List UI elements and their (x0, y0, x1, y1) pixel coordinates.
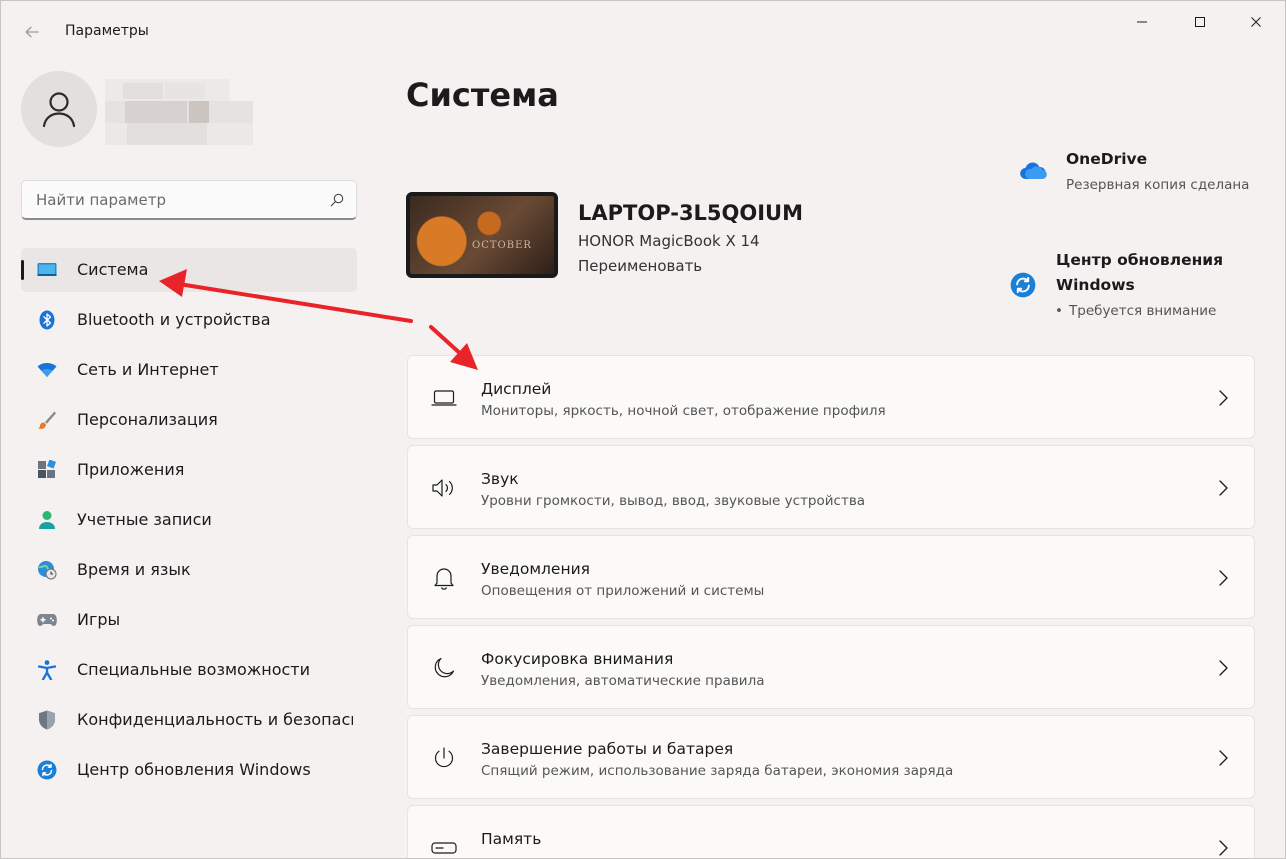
card-subtitle: Спящий режим, использование заряда батар… (481, 763, 954, 779)
card-subtitle: Мониторы, яркость, ночной свет, отображе… (481, 403, 886, 419)
wifi-icon (37, 360, 57, 380)
minimize-icon (1137, 21, 1147, 23)
windows-update-icon (37, 760, 57, 780)
bluetooth-icon (37, 310, 57, 330)
update-title-line2[interactable]: Windows (1056, 276, 1135, 294)
chevron-right-icon (1219, 840, 1228, 856)
settings-window: Параметры Найти параметр Система Bluetoo… (0, 0, 1286, 859)
card-power-battery[interactable]: Завершение работы и батарея Спящий режим… (407, 715, 1255, 799)
bell-icon (430, 564, 458, 592)
sidebar-item-label: Персонализация (77, 410, 218, 429)
system-display-icon (37, 260, 57, 280)
sidebar-item-label: Учетные записи (77, 510, 212, 529)
chevron-right-icon (1219, 390, 1228, 406)
accessibility-icon (37, 660, 57, 680)
sidebar-item-apps[interactable]: Приложения (21, 448, 357, 492)
accounts-icon (37, 510, 57, 530)
page-title: Система (406, 76, 559, 114)
card-title: Уведомления (481, 560, 590, 578)
apps-icon (37, 460, 57, 480)
card-subtitle: Уровни громкости, вывод, ввод, звуковые … (481, 493, 866, 509)
onedrive-cloud-icon (1019, 157, 1047, 185)
sidebar-item-windows-update[interactable]: Центр обновления Windows (21, 748, 357, 792)
device-model: HONOR MagicBook X 14 (578, 232, 760, 250)
sidebar-item-personalization[interactable]: Персонализация (21, 398, 357, 442)
card-sound[interactable]: Звук Уровни громкости, вывод, ввод, звук… (407, 445, 1255, 529)
sidebar-item-label: Время и язык (77, 560, 191, 579)
sidebar-item-privacy[interactable]: Конфиденциальность и безопасность (21, 698, 357, 742)
update-bullet: • (1055, 303, 1063, 319)
globe-clock-icon (37, 560, 57, 580)
close-icon (1251, 17, 1261, 27)
chevron-right-icon (1219, 750, 1228, 766)
update-title-line1[interactable]: Центр обновления (1056, 251, 1223, 269)
card-title: Дисплей (481, 380, 552, 398)
update-status: Требуется внимание (1069, 303, 1217, 319)
search-input[interactable] (36, 190, 330, 209)
card-display[interactable]: Дисплей Мониторы, яркость, ночной свет, … (407, 355, 1255, 439)
power-icon (430, 744, 458, 772)
shield-icon (37, 710, 57, 730)
card-focus-assist[interactable]: Фокусировка внимания Уведомления, автома… (407, 625, 1255, 709)
back-arrow-icon (25, 26, 39, 38)
sidebar-item-system[interactable]: Система (21, 248, 357, 292)
card-notifications[interactable]: Уведомления Оповещения от приложений и с… (407, 535, 1255, 619)
chevron-right-icon (1219, 660, 1228, 676)
card-storage[interactable]: Память (407, 805, 1255, 858)
user-icon (42, 92, 76, 128)
laptop-display-icon (430, 384, 458, 412)
app-title: Параметры (65, 23, 149, 39)
close-button[interactable] (1233, 9, 1279, 35)
chevron-right-icon (1219, 570, 1228, 586)
maximize-icon (1195, 17, 1205, 27)
sidebar-item-label: Конфиденциальность и безопасность (77, 710, 353, 729)
sidebar-item-time-language[interactable]: Время и язык (21, 548, 357, 592)
search-box[interactable] (21, 180, 357, 220)
card-title: Звук (481, 470, 519, 488)
card-title: Память (481, 830, 542, 848)
sidebar-item-accounts[interactable]: Учетные записи (21, 498, 357, 542)
sidebar-item-label: Центр обновления Windows (77, 760, 311, 779)
card-subtitle: Уведомления, автоматические правила (481, 673, 765, 689)
sidebar-item-gaming[interactable]: Игры (21, 598, 357, 642)
device-wallpaper-thumbnail[interactable]: OCTOBER (406, 192, 558, 278)
chevron-right-icon (1219, 480, 1228, 496)
maximize-button[interactable] (1177, 9, 1223, 35)
sidebar-item-label: Специальные возможности (77, 660, 311, 679)
minimize-button[interactable] (1119, 9, 1165, 35)
search-icon (330, 193, 344, 206)
sidebar-item-label: Bluetooth и устройства (77, 310, 271, 329)
sidebar-item-network[interactable]: Сеть и Интернет (21, 348, 357, 392)
sidebar-item-bluetooth[interactable]: Bluetooth и устройства (21, 298, 357, 342)
wallpaper-decoration: OCTOBER (472, 240, 532, 251)
onedrive-status: Резервная копия сделана (1066, 177, 1250, 193)
windows-update-icon (1009, 271, 1037, 299)
brush-icon (37, 410, 57, 430)
onedrive-title[interactable]: OneDrive (1066, 150, 1147, 168)
active-indicator (21, 260, 24, 280)
rename-link[interactable]: Переименовать (578, 257, 702, 275)
card-title: Завершение работы и батарея (481, 740, 734, 758)
profile-name-redacted (105, 79, 253, 145)
sidebar-item-label: Система (77, 260, 149, 279)
moon-icon (430, 654, 458, 682)
storage-icon (430, 834, 458, 858)
back-button[interactable] (15, 15, 49, 49)
sidebar-item-label: Сеть и Интернет (77, 360, 219, 379)
title-bar: Параметры (1, 1, 1285, 49)
card-title: Фокусировка внимания (481, 650, 674, 668)
gamepad-icon (37, 610, 57, 630)
avatar[interactable] (21, 71, 97, 147)
device-name: LAPTOP-3L5QOIUM (578, 201, 804, 225)
sidebar-item-label: Игры (77, 610, 121, 629)
sidebar-item-label: Приложения (77, 460, 185, 479)
speaker-icon (430, 474, 458, 502)
sidebar-item-accessibility[interactable]: Специальные возможности (21, 648, 357, 692)
card-subtitle: Оповещения от приложений и системы (481, 583, 765, 599)
